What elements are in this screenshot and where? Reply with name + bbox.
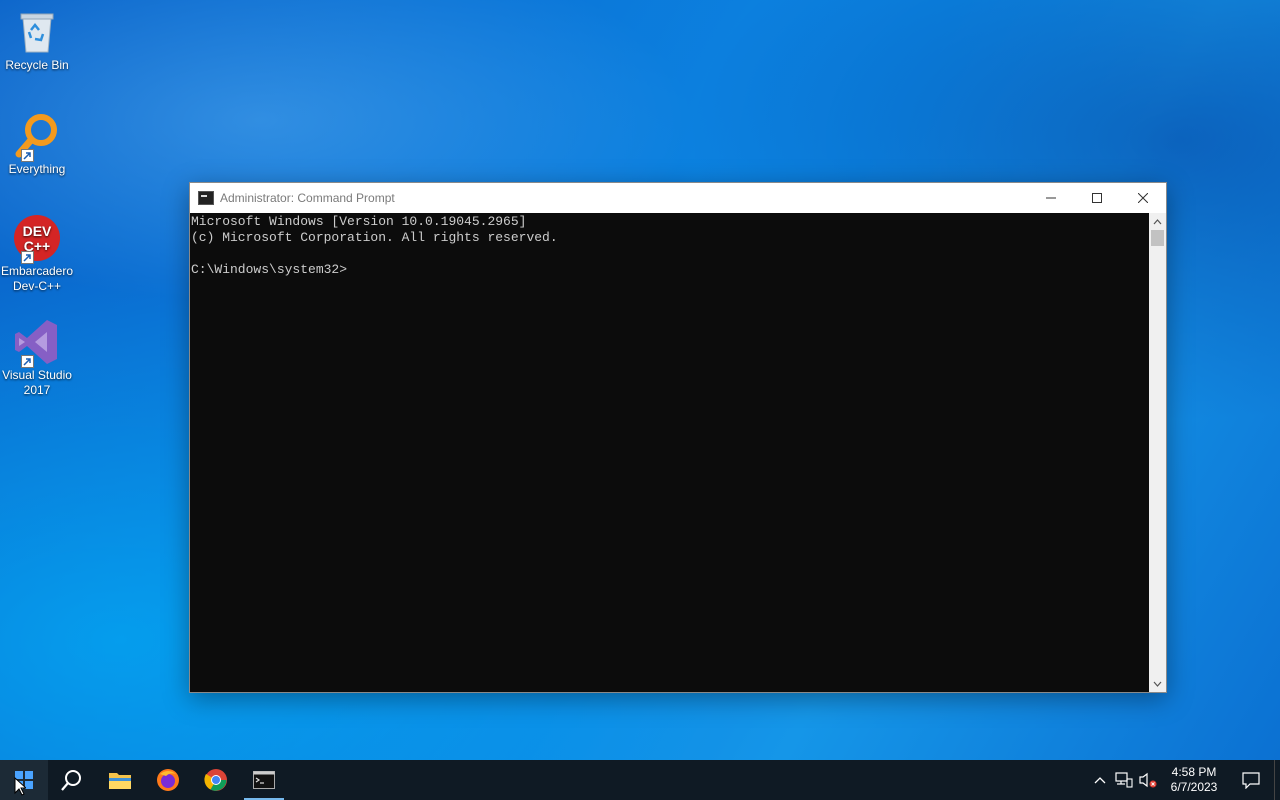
taskbar: 4:58 PM 6/7/2023 (0, 760, 1280, 800)
taskbar-firefox[interactable] (144, 760, 192, 800)
taskbar-chrome[interactable] (192, 760, 240, 800)
command-prompt-icon (198, 191, 214, 205)
svg-text:DEV: DEV (23, 223, 52, 239)
chevron-up-icon (1094, 777, 1106, 784)
show-hidden-icons-button[interactable] (1088, 760, 1112, 800)
console-prompt-line: C:\Windows\system32> (191, 262, 348, 277)
notification-icon (1242, 771, 1260, 789)
minimize-button[interactable] (1028, 183, 1074, 213)
mouse-cursor-icon (14, 776, 28, 800)
chrome-icon (204, 769, 227, 791)
volume-muted-icon (1139, 772, 1157, 788)
scroll-up-button[interactable] (1149, 213, 1166, 230)
scroll-down-button[interactable] (1149, 675, 1166, 692)
search-icon (61, 770, 81, 791)
file-explorer-icon (109, 773, 131, 789)
scroll-thumb[interactable] (1151, 230, 1164, 246)
action-center-button[interactable] (1228, 760, 1274, 800)
minimize-icon (1046, 197, 1056, 199)
command-prompt-icon (253, 771, 275, 789)
everything-search-icon (13, 112, 61, 162)
system-tray: 4:58 PM 6/7/2023 (1088, 760, 1280, 800)
window-title: Administrator: Command Prompt (220, 191, 395, 205)
shortcut-arrow-icon (21, 149, 34, 162)
shortcut-arrow-icon (21, 355, 34, 368)
taskbar-clock[interactable]: 4:58 PM 6/7/2023 (1160, 765, 1228, 795)
maximize-icon (1092, 193, 1102, 203)
desktop-icon-label: Embarcadero Dev-C++ (0, 264, 74, 293)
recycle-bin-icon (13, 8, 61, 56)
maximize-button[interactable] (1074, 183, 1120, 213)
clock-date: 6/7/2023 (1170, 780, 1218, 794)
firefox-icon (157, 769, 179, 791)
window-titlebar[interactable]: Administrator: Command Prompt (190, 183, 1166, 213)
desktop-icon-label: Recycle Bin (5, 58, 69, 72)
console-line: Microsoft Windows [Version 10.0.19045.29… (191, 214, 527, 229)
console-line: (c) Microsoft Corporation. All rights re… (191, 230, 558, 245)
desktop-icon-label: Visual Studio 2017 (2, 368, 72, 397)
taskbar-search-button[interactable] (48, 760, 96, 800)
chevron-down-icon (1153, 681, 1162, 687)
close-icon (1138, 193, 1148, 203)
vertical-scrollbar[interactable] (1149, 213, 1166, 692)
chevron-up-icon (1153, 218, 1162, 224)
console-output[interactable]: Microsoft Windows [Version 10.0.19045.29… (190, 213, 1149, 692)
desktop-icon-everything[interactable]: Everything (0, 112, 74, 177)
desktop-icon-label: Everything (8, 162, 66, 176)
desktop-icon-recycle-bin[interactable]: Recycle Bin (0, 8, 74, 73)
command-prompt-window[interactable]: Administrator: Command Prompt Microsoft … (189, 182, 1167, 693)
visual-studio-icon (13, 318, 61, 368)
clock-time: 4:58 PM (1171, 765, 1217, 779)
close-button[interactable] (1120, 183, 1166, 213)
shortcut-arrow-icon (21, 251, 34, 264)
show-desktop-button[interactable] (1274, 760, 1280, 800)
desktop-icon-devcpp[interactable]: DEV C++ Embarcadero Dev-C++ (0, 214, 74, 294)
desktop-icon-visual-studio[interactable]: Visual Studio 2017 (0, 318, 74, 398)
network-tray-button[interactable] (1112, 760, 1136, 800)
volume-tray-button[interactable] (1136, 760, 1160, 800)
taskbar-file-explorer[interactable] (96, 760, 144, 800)
devcpp-icon: DEV C++ (13, 214, 61, 264)
network-icon (1115, 772, 1133, 788)
taskbar-command-prompt[interactable] (240, 760, 288, 800)
